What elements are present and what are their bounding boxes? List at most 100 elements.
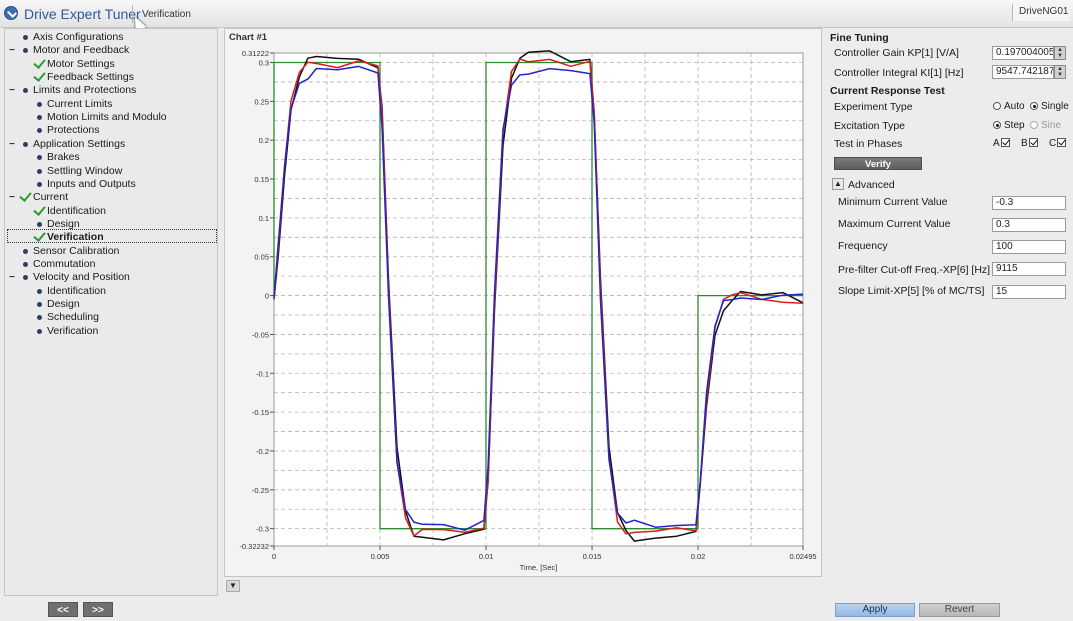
y-tick-label: -0.05 <box>252 330 269 339</box>
y-tick-label: 0.25 <box>254 97 269 106</box>
experiment-auto-label: Auto <box>1004 101 1025 112</box>
phase-b-label: B <box>1021 138 1028 149</box>
bullet-icon <box>37 155 42 161</box>
sidebar-item[interactable]: Verification <box>47 231 104 244</box>
chevron-up-icon[interactable]: ▲ <box>832 178 844 190</box>
sidebar-item-label: Application Settings <box>33 137 126 150</box>
sidebar-item-label: Identification <box>47 284 106 297</box>
sidebar-item[interactable]: Motion Limits and Modulo <box>37 111 167 124</box>
sidebar-item-label: Feedback Settings <box>47 71 134 84</box>
sidebar-item-label: Verification <box>47 231 104 244</box>
y-tick-label: -0.1 <box>256 369 269 378</box>
y-tick-label: 0.05 <box>254 253 269 262</box>
x-axis-label: Time, [Sec] <box>520 563 558 572</box>
y-tick-label: 0.31222 <box>242 49 269 58</box>
sidebar-tree: Axis Configurations − Motor and Feedback Mo… <box>4 28 218 596</box>
sidebar-item[interactable]: Inputs and Outputs <box>37 177 136 191</box>
sidebar-item[interactable]: Axis Configurations <box>23 31 124 44</box>
response-chart: 0.312220.3 0.25 0.2 0.15 0.1 0.05 0 -0.05 -0.1 -0… <box>239 49 816 572</box>
sidebar-item[interactable]: Design <box>37 218 80 231</box>
sidebar-item[interactable]: − Velocity and Position <box>9 271 130 284</box>
bullet-icon <box>37 315 42 321</box>
chevron-down-icon[interactable]: ▼ <box>226 580 240 592</box>
collapse-minus-icon[interactable]: − <box>9 138 15 151</box>
min-current-input[interactable]: -0.3 <box>992 196 1066 210</box>
sidebar-item-label: Axis Configurations <box>33 31 124 43</box>
bullet-icon <box>23 248 28 254</box>
device-name[interactable]: DriveNG01 <box>1012 4 1070 21</box>
collapse-minus-icon[interactable]: − <box>9 84 15 97</box>
sidebar-item[interactable]: Current Limits <box>37 98 112 111</box>
sidebar-item[interactable]: − Limits and Protections <box>9 84 137 97</box>
sidebar-item[interactable]: − Application Settings <box>9 137 126 151</box>
page-breadcrumb: Verification <box>142 9 191 20</box>
title-bar: Drive Expert Tuner Verification DriveNG0… <box>0 0 1073 28</box>
sidebar-item[interactable]: Verification <box>37 325 98 338</box>
check-icon <box>33 204 45 216</box>
bullet-icon <box>37 221 42 227</box>
phase-a-checkbox[interactable] <box>1001 138 1010 147</box>
collapse-minus-icon[interactable]: − <box>9 44 15 57</box>
bullet-icon <box>37 328 42 334</box>
y-tick-label: 0.2 <box>259 136 269 145</box>
sidebar-item[interactable]: Identification <box>37 284 106 298</box>
prefilter-input[interactable]: 9115 <box>992 262 1066 276</box>
sidebar-item[interactable]: Identification <box>47 205 106 218</box>
sidebar-item-label: Design <box>47 298 80 310</box>
revert-button[interactable]: Revert <box>919 603 1000 617</box>
max-current-label: Maximum Current Value <box>838 218 951 230</box>
max-current-input[interactable]: 0.3 <box>992 218 1066 232</box>
frequency-label: Frequency <box>838 240 888 252</box>
excitation-sine-label: Sine <box>1041 120 1062 131</box>
sidebar-item[interactable]: − Motor and Feedback <box>9 44 129 57</box>
advanced-label[interactable]: Advanced <box>848 179 895 191</box>
experiment-single-radio[interactable] <box>1030 102 1038 110</box>
x-tick-label: 0.02495 <box>789 552 816 561</box>
sidebar-item[interactable]: Motor Settings <box>47 58 115 71</box>
bullet-icon <box>23 261 28 267</box>
response-test-header: Current Response Test <box>830 85 945 97</box>
bullet-icon <box>37 181 42 187</box>
frequency-input[interactable]: 100 <box>992 240 1066 254</box>
kp-spinner-icon[interactable]: ▲ ▼ <box>1054 46 1066 60</box>
ki-spinner-icon[interactable]: ▲ ▼ <box>1054 65 1066 79</box>
excitation-step-radio[interactable] <box>993 121 1001 129</box>
excitation-sine-radio[interactable] <box>1030 121 1038 129</box>
sidebar-item-label: Limits and Protections <box>33 84 137 97</box>
experiment-single-label: Single <box>1041 101 1069 112</box>
sidebar-item-label: Sensor Calibration <box>33 244 120 257</box>
phase-b-checkbox[interactable] <box>1029 138 1038 147</box>
sidebar-item[interactable]: Sensor Calibration <box>23 244 120 258</box>
bullet-icon <box>23 88 28 94</box>
sidebar-item[interactable]: Commutation <box>23 257 96 271</box>
sidebar-item[interactable]: − Current <box>9 191 68 204</box>
sidebar-item[interactable]: Brakes <box>37 151 80 164</box>
y-tick-label: -0.15 <box>252 408 269 417</box>
sidebar-item[interactable]: Scheduling <box>37 311 99 324</box>
collapse-minus-icon[interactable]: − <box>9 271 15 284</box>
collapse-minus-icon[interactable]: − <box>9 191 15 204</box>
bullet-icon <box>37 288 42 294</box>
next-step-button[interactable]: >> <box>83 602 113 617</box>
experiment-auto-radio[interactable] <box>993 102 1001 110</box>
ki-input[interactable]: 9547.7421875 <box>992 65 1054 79</box>
sidebar-item-label: Inputs and Outputs <box>47 177 136 190</box>
slope-limit-label: Slope Limit-XP[5] [% of MC/TS] <box>838 285 985 297</box>
phase-c-checkbox[interactable] <box>1057 138 1066 147</box>
slope-limit-input[interactable]: 15 <box>992 285 1066 299</box>
bullet-icon <box>23 275 28 281</box>
phase-a-label: A <box>993 138 1000 149</box>
kp-input[interactable]: 0.1970040053 <box>992 46 1054 60</box>
test-phases-label: Test in Phases <box>834 138 903 150</box>
sidebar-item[interactable]: Settling Window <box>37 165 122 178</box>
sidebar-item[interactable]: Protections <box>37 124 100 137</box>
sidebar-item-label: Velocity and Position <box>33 271 130 284</box>
experiment-type-label: Experiment Type <box>834 101 913 113</box>
bullet-icon <box>37 101 42 107</box>
apply-button[interactable]: Apply <box>835 603 915 617</box>
verify-button[interactable]: Verify <box>834 157 922 170</box>
sidebar-item[interactable]: Design <box>37 298 80 311</box>
previous-step-button[interactable]: << <box>48 602 78 617</box>
sidebar-item-label: Commutation <box>33 257 96 270</box>
sidebar-item[interactable]: Feedback Settings <box>47 71 134 84</box>
